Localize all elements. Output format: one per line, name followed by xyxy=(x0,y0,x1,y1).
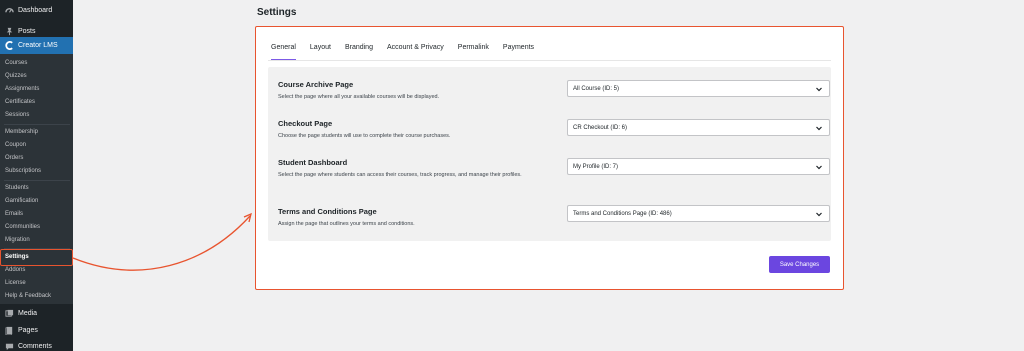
select-value: All Course (ID: 5) xyxy=(573,85,620,92)
sidebar-item-dashboard[interactable]: Dashboard xyxy=(0,0,73,20)
sidebar-item-label: Posts xyxy=(18,27,36,35)
sidebar-subitem-addons[interactable]: Addons xyxy=(5,265,69,275)
media-icon xyxy=(4,308,14,318)
select-value: Terms and Conditions Page (ID: 486) xyxy=(573,210,672,217)
sidebar-subitem-membership[interactable]: Membership xyxy=(5,127,69,137)
sidebar-item-label: Creator LMS xyxy=(18,42,58,49)
sidebar-subitem-assignments[interactable]: Assignments xyxy=(5,84,69,94)
sidebar-item-label: Media xyxy=(18,309,38,317)
select-value: My Profile (ID: 7) xyxy=(573,163,619,170)
tab-general[interactable]: General xyxy=(271,44,296,60)
select-value: CR Checkout (ID: 6) xyxy=(573,124,628,131)
chevron-down-icon xyxy=(816,212,822,217)
general-settings-box: Course Archive Page Select the page wher… xyxy=(268,67,831,241)
sidebar-subitem-migration[interactable]: Migration xyxy=(5,235,69,245)
sidebar-subitem-communities[interactable]: Communities xyxy=(5,222,69,232)
sidebar-subitem-subscriptions[interactable]: Subscriptions xyxy=(5,166,69,176)
sidebar-subitem-courses[interactable]: Courses xyxy=(5,58,69,68)
chevron-down-icon xyxy=(816,126,822,131)
submenu-divider xyxy=(4,180,70,181)
course-archive-select[interactable]: All Course (ID: 5) xyxy=(567,80,830,97)
checkout-page-select[interactable]: CR Checkout (ID: 6) xyxy=(567,119,830,136)
settings-highlight-box xyxy=(0,249,73,266)
tabs-divider xyxy=(268,60,831,61)
sidebar-item-creator-lms[interactable]: Creator LMS xyxy=(0,37,73,54)
tab-payments[interactable]: Payments xyxy=(503,44,534,60)
sidebar-item-label: Pages xyxy=(18,326,38,334)
sidebar-item-comments[interactable]: Comments xyxy=(0,336,73,351)
tab-permalink[interactable]: Permalink xyxy=(458,44,489,60)
setting-description: Choose the page students will use to com… xyxy=(278,133,451,139)
sidebar-subitem-gamification[interactable]: Gamification xyxy=(5,196,69,206)
setting-row-course-archive: Course Archive Page Select the page wher… xyxy=(278,80,830,101)
pin-icon xyxy=(4,26,14,36)
submenu-divider xyxy=(4,124,70,125)
terms-page-select[interactable]: Terms and Conditions Page (ID: 486) xyxy=(567,205,830,222)
tab-account-privacy[interactable]: Account & Privacy xyxy=(387,44,444,60)
sidebar-item-label: Comments xyxy=(18,342,52,350)
chevron-down-icon xyxy=(816,87,822,92)
sidebar-item-label: Dashboard xyxy=(18,6,53,14)
sidebar-subitem-emails[interactable]: Emails xyxy=(5,209,69,219)
sidebar-subitem-certificates[interactable]: Certificates xyxy=(5,97,69,107)
setting-description: Assign the page that outlines your terms… xyxy=(278,221,415,227)
sidebar-subitem-coupon[interactable]: Coupon xyxy=(5,140,69,150)
sidebar-subitem-orders[interactable]: Orders xyxy=(5,153,69,163)
comments-icon xyxy=(4,341,14,351)
admin-sidebar: Dashboard Posts Creator LMS Courses Quiz… xyxy=(0,0,73,351)
tab-layout[interactable]: Layout xyxy=(310,44,331,60)
setting-description: Select the page where students can acces… xyxy=(278,172,522,178)
sidebar-subitem-help[interactable]: Help & Feedback xyxy=(5,291,69,301)
sidebar-subitem-quizzes[interactable]: Quizzes xyxy=(5,71,69,81)
dashboard-icon xyxy=(4,5,14,15)
pages-icon xyxy=(4,325,14,335)
page-title: Settings xyxy=(257,7,297,18)
student-dashboard-select[interactable]: My Profile (ID: 7) xyxy=(567,158,830,175)
settings-panel: General Layout Branding Account & Privac… xyxy=(255,26,844,290)
save-changes-button[interactable]: Save Changes xyxy=(769,256,830,273)
settings-tabs: General Layout Branding Account & Privac… xyxy=(271,44,548,60)
sidebar-subitem-license[interactable]: License xyxy=(5,278,69,288)
setting-description: Select the page where all your available… xyxy=(278,94,440,100)
setting-row-student-dashboard: Student Dashboard Select the page where … xyxy=(278,158,830,179)
setting-row-terms: Terms and Conditions Page Assign the pag… xyxy=(278,205,830,228)
chevron-down-icon xyxy=(816,165,822,170)
setting-row-checkout: Checkout Page Choose the page students w… xyxy=(278,119,830,140)
sidebar-subitem-sessions[interactable]: Sessions xyxy=(5,110,69,120)
tab-branding[interactable]: Branding xyxy=(345,44,373,60)
creator-lms-icon xyxy=(4,41,14,51)
sidebar-subitem-students[interactable]: Students xyxy=(5,183,69,193)
